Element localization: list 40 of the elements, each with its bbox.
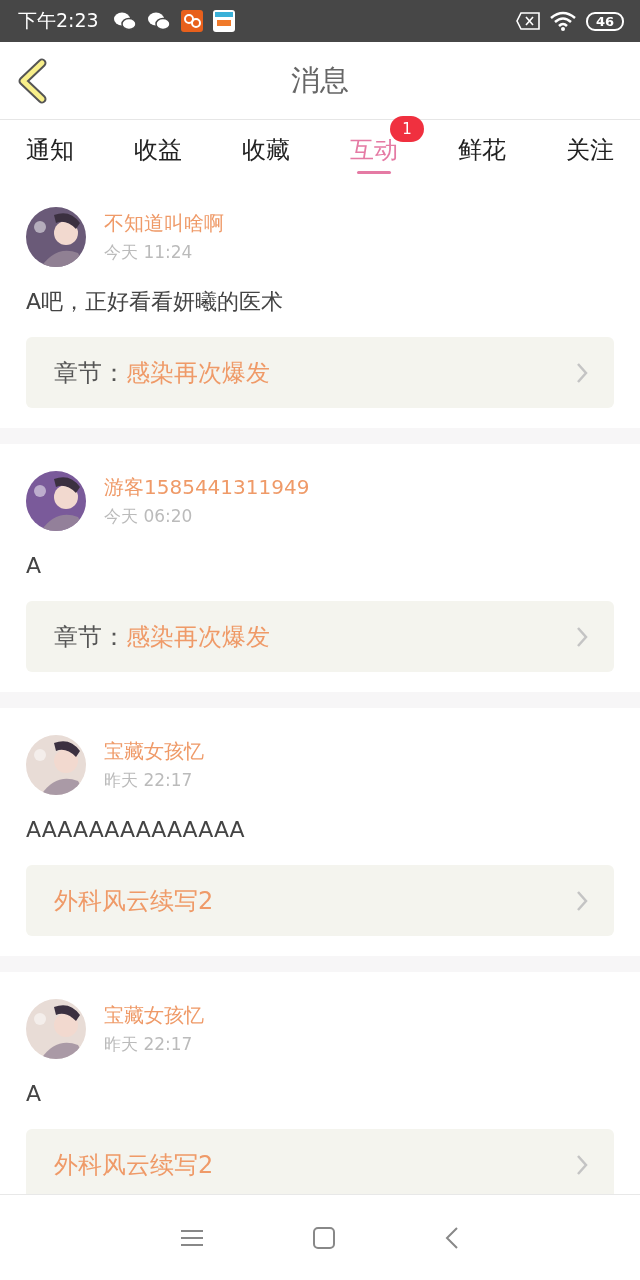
user-name: 不知道叫啥啊 xyxy=(104,210,224,237)
message-time: 今天 06:20 xyxy=(104,505,194,528)
notification-icon xyxy=(515,12,540,30)
tab[interactable]: 鲜花 xyxy=(458,120,506,180)
menu-button[interactable] xyxy=(181,1228,203,1247)
message-time: 今天 11:24 xyxy=(104,241,194,264)
battery-level: 46 xyxy=(585,11,624,31)
message-text: AAAAAAAAAAAAAA xyxy=(26,816,246,844)
chevron-right-icon xyxy=(576,1153,588,1176)
app-icon xyxy=(180,10,203,32)
chapter-link[interactable]: 章节：感染再次爆发 xyxy=(26,337,614,408)
wifi-icon xyxy=(549,11,576,31)
square-icon xyxy=(313,1226,335,1249)
message-time: 昨天 22:17 xyxy=(104,1033,194,1056)
user-name: 宝藏女孩忆 xyxy=(104,1002,204,1029)
back-nav-button[interactable] xyxy=(445,1225,459,1250)
chat-bubbles-icon xyxy=(112,11,137,31)
menu-icon xyxy=(181,1228,203,1247)
back-icon xyxy=(445,1225,459,1250)
message-text: A吧，正好看看妍曦的医术 xyxy=(26,288,285,316)
tab-underline xyxy=(357,171,391,174)
tab[interactable]: 收益 xyxy=(134,120,182,180)
count-badge: 1 xyxy=(390,116,424,142)
chevron-right-icon xyxy=(576,889,588,912)
message-text: A xyxy=(26,552,43,580)
status-time: 下午2:23 xyxy=(18,8,99,33)
message-text: A xyxy=(26,1080,43,1108)
chevron-right-icon xyxy=(576,625,588,648)
tab[interactable]: 关注 xyxy=(566,120,614,180)
chat-bubbles-icon xyxy=(146,11,171,31)
chevron-right-icon xyxy=(576,361,588,384)
app-icon xyxy=(212,10,235,32)
chapter-link[interactable]: 章节：感染再次爆发 xyxy=(26,601,614,672)
message-time: 昨天 22:17 xyxy=(104,769,194,792)
tab[interactable]: 通知 xyxy=(26,120,74,180)
home-button[interactable] xyxy=(313,1226,335,1249)
user-name: 宝藏女孩忆 xyxy=(104,738,204,765)
user-name: 游客1585441311949 xyxy=(104,474,310,501)
tab[interactable]: 收藏 xyxy=(242,120,290,180)
page-title: 消息 xyxy=(291,61,349,99)
